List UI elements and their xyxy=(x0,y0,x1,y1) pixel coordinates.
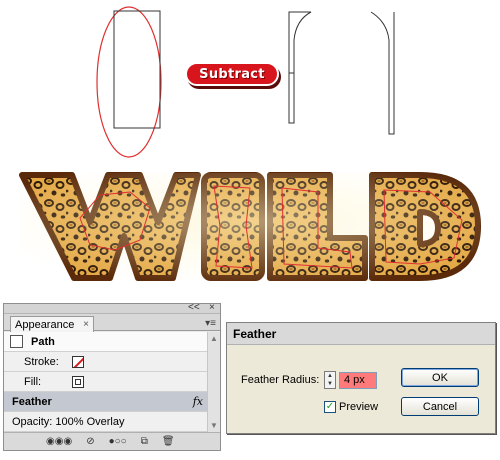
ellipse-guide xyxy=(96,6,162,158)
dialog-title: Feather xyxy=(227,323,495,345)
fill-label: Fill: xyxy=(24,375,42,388)
preview-label: Preview xyxy=(339,401,379,413)
feather-radius-label: Feather Radius: xyxy=(241,374,320,386)
preview-option[interactable]: ✓ Preview xyxy=(324,401,378,413)
path-label: Path xyxy=(31,335,55,348)
feather-effect-row[interactable]: Feather fx xyxy=(4,392,209,412)
panel-scrollbar[interactable]: ▲ ▼ xyxy=(207,332,220,432)
stroke-row[interactable]: Stroke: xyxy=(4,352,209,372)
curve-guide-right xyxy=(370,11,395,135)
opacity-label: Opacity: 100% Overlay xyxy=(12,415,125,428)
panel-toolbar: ◉◉◉ ⊘ ●○○ ⧉ 🗑 xyxy=(4,432,220,450)
fill-swatch-icon[interactable] xyxy=(72,375,84,388)
duplicate-item-icon[interactable]: ⧉ xyxy=(141,436,148,447)
preview-checkbox[interactable]: ✓ xyxy=(324,401,336,413)
rect-guide xyxy=(113,10,161,129)
stroke-label: Stroke: xyxy=(24,355,59,368)
tab-label: Appearance xyxy=(15,318,75,331)
reduce-to-basic-icon[interactable]: ●○○ xyxy=(109,436,127,447)
delete-item-icon[interactable]: 🗑 xyxy=(162,436,175,447)
panel-tab-bar: Appearance × ▾≡ xyxy=(4,314,220,332)
close-icon[interactable]: × xyxy=(209,302,215,313)
opacity-row[interactable]: Opacity: 100% Overlay xyxy=(4,412,209,432)
appearance-panel: << × Appearance × ▾≡ Path Stroke: Fill: … xyxy=(3,302,221,451)
ok-button[interactable]: OK xyxy=(401,368,479,387)
subtract-label: Subtract xyxy=(185,62,279,86)
path-thumbnail xyxy=(10,335,23,348)
fx-icon[interactable]: fx xyxy=(193,395,203,408)
feather-dialog: Feather Feather Radius: ▲ ▼ 4 px ✓ Previe… xyxy=(226,322,496,434)
new-art-basic-appearance-icon[interactable]: ◉◉◉ xyxy=(46,436,72,447)
feather-effect-label: Feather xyxy=(12,395,52,408)
path-row[interactable]: Path xyxy=(4,332,209,352)
clear-appearance-icon[interactable]: ⊘ xyxy=(86,436,94,447)
curve-guide-left xyxy=(288,11,312,124)
cancel-button[interactable]: Cancel xyxy=(401,397,479,416)
scroll-up-icon[interactable]: ▲ xyxy=(210,334,218,343)
panel-titlebar[interactable]: << × xyxy=(4,302,220,314)
feather-radius-input[interactable]: 4 px xyxy=(339,372,377,389)
appearance-list: Path Stroke: Fill: Feather fx Opacity: 1… xyxy=(4,332,209,432)
fill-row[interactable]: Fill: xyxy=(4,372,209,392)
radius-stepper-icon[interactable]: ▲ ▼ xyxy=(324,371,336,389)
collapse-icon[interactable]: << xyxy=(188,302,200,313)
scroll-down-icon[interactable]: ▼ xyxy=(210,421,218,430)
artwork-canvas xyxy=(19,6,481,281)
tab-appearance[interactable]: Appearance × xyxy=(10,316,94,332)
tab-close-icon[interactable]: × xyxy=(83,319,89,330)
stroke-none-swatch-icon[interactable] xyxy=(72,355,84,368)
panel-menu-icon[interactable]: ▾≡ xyxy=(205,318,216,329)
